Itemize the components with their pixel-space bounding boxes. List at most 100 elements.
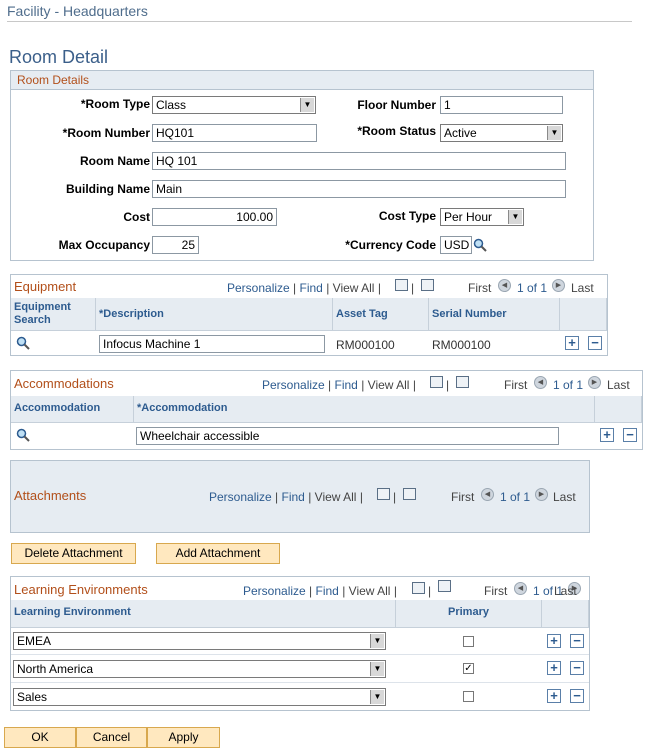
find-link[interactable]: Find <box>335 378 358 392</box>
view-all-link[interactable]: View All <box>368 378 410 392</box>
max-occupancy-label: Max Occupancy <box>58 238 150 252</box>
learning-env-select[interactable]: Sales ▼ <box>13 688 386 706</box>
dropdown-arrow-icon: ▼ <box>370 690 384 704</box>
col-description: *Description <box>96 298 333 330</box>
currency-code-label: *Currency Code <box>345 238 436 252</box>
first-label: First <box>468 281 492 295</box>
add-row-button[interactable]: + <box>547 661 561 675</box>
accommodations-title: Accommodations <box>14 376 114 391</box>
accommodation-row: Wheelchair accessible + − <box>11 423 642 449</box>
download-icon[interactable] <box>456 376 469 388</box>
equipment-description-input[interactable]: Infocus Machine 1 <box>99 335 325 353</box>
cost-type-select[interactable]: Per Hour ▼ <box>440 208 524 226</box>
search-icon[interactable] <box>16 428 30 442</box>
col-actions <box>542 600 589 627</box>
previous-icon[interactable]: ◀ <box>514 582 527 595</box>
delete-row-button[interactable]: − <box>570 634 584 648</box>
find-link[interactable]: Find <box>300 281 323 295</box>
ok-button[interactable]: OK <box>4 727 76 748</box>
add-attachment-button[interactable]: Add Attachment <box>156 543 280 564</box>
delete-row-button[interactable]: − <box>570 689 584 703</box>
cost-input[interactable]: 100.00 <box>152 208 277 226</box>
floor-number-input[interactable]: 1 <box>440 96 563 114</box>
accommodation-input[interactable]: Wheelchair accessible <box>136 427 559 445</box>
room-details-title: Room Details <box>11 71 593 90</box>
max-occupancy-input[interactable]: 25 <box>152 236 199 254</box>
search-icon[interactable] <box>16 336 30 350</box>
breadcrumb: Facility - Headquarters <box>7 3 148 19</box>
equipment-grid-nav: Personalize | Find | View All | <box>227 281 381 295</box>
next-icon[interactable]: ▶ <box>552 279 565 292</box>
personalize-link[interactable]: Personalize <box>227 281 290 295</box>
asset-tag-value: RM000100 <box>336 338 395 352</box>
learning-env-row: EMEA ▼ + − <box>11 628 589 655</box>
col-asset-tag: Asset Tag <box>333 298 429 330</box>
lookup-icon[interactable] <box>473 238 487 252</box>
equipment-title: Equipment <box>14 279 77 294</box>
col-actions <box>560 298 607 330</box>
view-all-link[interactable]: View All <box>315 490 357 504</box>
first-label: First <box>504 378 528 392</box>
previous-icon[interactable]: ◀ <box>534 376 547 389</box>
download-icon[interactable] <box>438 580 451 592</box>
serial-number-value: RM000100 <box>432 338 491 352</box>
download-icon[interactable] <box>403 488 416 500</box>
add-row-button[interactable]: + <box>600 428 614 442</box>
first-label: First <box>451 490 475 504</box>
view-all-link[interactable]: View All <box>333 281 375 295</box>
room-name-label: Room Name <box>79 154 150 168</box>
room-number-input[interactable]: HQ101 <box>152 124 317 142</box>
col-actions <box>595 396 642 422</box>
next-icon[interactable]: ▶ <box>535 488 548 501</box>
zoom-grid-icon[interactable] <box>430 376 443 388</box>
cancel-button[interactable]: Cancel <box>76 727 147 748</box>
dropdown-arrow-icon: ▼ <box>370 662 384 676</box>
find-link[interactable]: Find <box>316 584 339 598</box>
delete-attachment-button[interactable]: Delete Attachment <box>11 543 136 564</box>
learning-env-select[interactable]: EMEA ▼ <box>13 632 386 650</box>
delete-row-button[interactable]: − <box>623 428 637 442</box>
first-label: First <box>484 584 508 598</box>
last-label: Last <box>554 584 577 598</box>
zoom-grid-icon[interactable] <box>395 279 408 291</box>
last-label: Last <box>571 281 594 295</box>
delete-row-button[interactable]: − <box>570 661 584 675</box>
add-row-button[interactable]: + <box>565 336 579 350</box>
personalize-link[interactable]: Personalize <box>243 584 306 598</box>
col-accommodation-required: *Accommodation <box>134 396 595 422</box>
last-label: Last <box>553 490 576 504</box>
room-type-select[interactable]: Class ▼ <box>152 96 316 114</box>
previous-icon[interactable]: ◀ <box>498 279 511 292</box>
attachments-grid-nav: Personalize | Find | View All | <box>209 490 363 504</box>
apply-button[interactable]: Apply <box>147 727 220 748</box>
col-learning-environment: Learning Environment <box>11 600 396 627</box>
view-all-link[interactable]: View All <box>349 584 391 598</box>
learning-environments-title: Learning Environments <box>14 582 148 597</box>
zoom-grid-icon[interactable] <box>412 582 425 594</box>
primary-checkbox[interactable] <box>463 636 474 647</box>
learning-env-select[interactable]: North America ▼ <box>13 660 386 678</box>
building-name-label: Building Name <box>65 182 150 196</box>
next-icon[interactable]: ▶ <box>588 376 601 389</box>
last-label: Last <box>607 378 630 392</box>
zoom-grid-icon[interactable] <box>377 488 390 500</box>
personalize-link[interactable]: Personalize <box>262 378 325 392</box>
personalize-link[interactable]: Personalize <box>209 490 272 504</box>
delete-row-button[interactable]: − <box>588 336 602 350</box>
download-icon[interactable] <box>421 279 434 291</box>
col-serial-number: Serial Number <box>429 298 560 330</box>
dropdown-arrow-icon: ▼ <box>370 634 384 648</box>
add-row-button[interactable]: + <box>547 689 561 703</box>
add-row-button[interactable]: + <box>547 634 561 648</box>
find-link[interactable]: Find <box>282 490 305 504</box>
primary-checkbox[interactable]: ✓ <box>463 663 474 674</box>
previous-icon[interactable]: ◀ <box>481 488 494 501</box>
primary-checkbox[interactable] <box>463 691 474 702</box>
col-accommodation: Accommodation <box>11 396 134 422</box>
room-status-select[interactable]: Active ▼ <box>440 124 563 142</box>
building-name-input[interactable]: Main <box>152 180 566 198</box>
dropdown-arrow-icon: ▼ <box>508 210 522 224</box>
learning-env-row: Sales ▼ + − <box>11 683 589 710</box>
currency-code-input[interactable]: USD <box>440 236 472 254</box>
room-name-input[interactable]: HQ 101 <box>152 152 566 170</box>
